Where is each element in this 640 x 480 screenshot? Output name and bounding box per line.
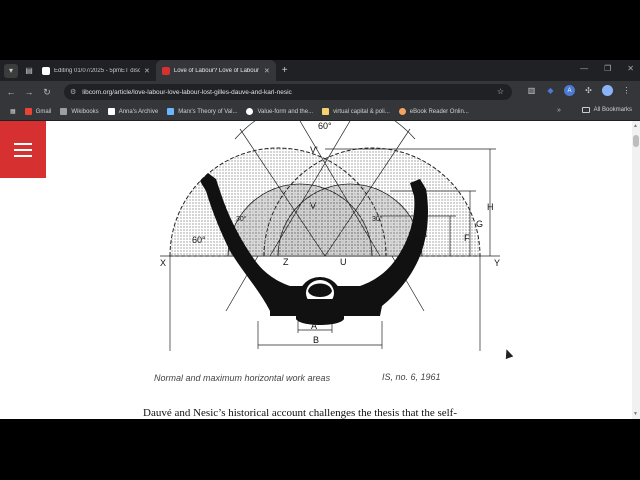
bookmark-virtual-capital[interactable]: virtual capital & poli... (322, 108, 390, 115)
page-scrollbar[interactable]: ▲ ▼ (632, 121, 640, 419)
bookmark-ebook-reader[interactable]: eBook Reader Onlin... (398, 108, 469, 115)
forward-icon[interactable]: → (22, 87, 36, 97)
tab-favicon (42, 66, 50, 75)
translate-extension-icon[interactable]: A (564, 85, 575, 96)
site-info-icon[interactable]: ⚙ (70, 88, 76, 96)
figure-caption: Normal and maximum horizontal work areas (154, 373, 331, 383)
work-area-diagram: 60° 60° 60° 30° 30° V' V X Y Z U H G F A… (160, 121, 500, 351)
bookmark-site-icon (398, 108, 406, 115)
bookmarks-overflow-icon[interactable]: » (557, 107, 561, 114)
figure-source: IS, no. 6, 1961 (382, 372, 441, 382)
gmail-icon (24, 108, 32, 115)
window-controls: — ❐ ✕ (580, 64, 634, 73)
menu-hamburger-button[interactable] (0, 121, 46, 178)
tab-search-icon[interactable]: ▾ (4, 63, 18, 78)
label-angle-top: 60° (318, 121, 332, 131)
label-angle-right: 60° (414, 233, 428, 243)
reading-mode-icon[interactable]: ▥ (526, 85, 537, 96)
label-angle-inner-left: 30° (236, 215, 247, 223)
bookmark-wikibooks[interactable]: Wikibooks (60, 108, 99, 115)
label-u: U (340, 257, 347, 267)
extension-icon[interactable]: ◆ (545, 85, 556, 96)
bookmark-label: Gmail (35, 108, 52, 115)
tab-title: Love of Labour? Love of Labour (173, 67, 259, 74)
scrollbar-thumb[interactable] (633, 135, 639, 147)
label-angle-inner-right: 30° (372, 215, 383, 223)
hamburger-line (14, 148, 32, 151)
bookmark-site-icon (167, 108, 175, 115)
bookmark-label: virtual capital & poli... (333, 108, 390, 115)
label-angle-left: 60° (192, 235, 206, 245)
bookmark-label: Value-form and the... (257, 108, 314, 115)
apps-grid-icon[interactable]: ▦ (10, 108, 16, 115)
close-icon[interactable]: ✕ (264, 67, 270, 75)
wikibooks-icon (60, 108, 68, 115)
bookmark-annas-archive[interactable]: Anna's Archive (107, 108, 159, 115)
label-b: B (313, 335, 319, 345)
tab-editing[interactable]: Editing 01/07/2025 - 5pmET disc ✕ (36, 60, 156, 81)
tab-title: Editing 01/07/2025 - 5pmET disc (54, 67, 140, 74)
profile-avatar[interactable] (602, 85, 613, 96)
label-x: X (160, 258, 166, 268)
address-bar[interactable]: ⚙ libcom.org/article/love-labour-love-la… (64, 84, 512, 100)
annas-archive-icon (107, 108, 115, 115)
bookmark-site-icon (246, 108, 254, 115)
tab-favicon (161, 66, 170, 75)
menu-kebab-icon[interactable]: ⋮ (621, 85, 632, 96)
label-y: Y (494, 258, 500, 268)
minimize-icon[interactable]: — (580, 64, 588, 73)
mouse-cursor-icon (502, 347, 514, 360)
all-bookmarks-button[interactable]: All Bookmarks (581, 107, 632, 113)
extensions-puzzle-icon[interactable]: ✣ (583, 85, 594, 96)
close-window-icon[interactable]: ✕ (627, 64, 634, 73)
close-icon[interactable]: ✕ (144, 67, 150, 75)
bookmarks-bar: ▦ Gmail Wikibooks Anna's Archive Marx's … (0, 103, 640, 121)
bookmark-gmail[interactable]: Gmail (24, 108, 52, 115)
back-icon[interactable]: ← (4, 87, 18, 97)
maximize-icon[interactable]: ❐ (604, 64, 611, 73)
hamburger-line (14, 142, 32, 145)
bookmark-site-icon (322, 108, 330, 115)
bookmark-label: eBook Reader Onlin... (409, 108, 469, 115)
browser-window: ▾ ▤ Editing 01/07/2025 - 5pmET disc ✕ Lo… (0, 60, 640, 419)
tab-love-of-labour[interactable]: Love of Labour? Love of Labour ✕ (155, 60, 276, 81)
label-z: Z (283, 257, 289, 267)
label-g: G (476, 219, 483, 229)
scroll-down-icon[interactable]: ▼ (633, 411, 638, 417)
bookmark-label: Marx's Theory of Val... (178, 108, 238, 115)
folder-icon (581, 107, 590, 113)
reload-icon[interactable]: ↻ (40, 87, 54, 98)
article-paragraph: Dauvé and Nesic’s historical account cha… (143, 407, 458, 419)
scroll-up-icon[interactable]: ▲ (633, 123, 638, 129)
tab-groups-icon[interactable]: ▤ (22, 64, 36, 78)
bookmark-star-icon[interactable]: ☆ (497, 87, 504, 96)
url-text: libcom.org/article/love-labour-love-labo… (82, 88, 292, 96)
browser-toolbar: ← → ↻ ⚙ libcom.org/article/love-labour-l… (0, 81, 640, 103)
hamburger-line (14, 154, 32, 157)
label-v-prime: V' (310, 145, 318, 155)
label-h: H (487, 202, 494, 212)
label-v: V (310, 201, 316, 211)
all-bookmarks-label: All Bookmarks (593, 107, 632, 113)
page-content: 60° 60° 60° 30° 30° V' V X Y Z U H G F A… (0, 121, 640, 419)
tab-strip: ▾ ▤ Editing 01/07/2025 - 5pmET disc ✕ Lo… (0, 60, 640, 81)
toolbar-icons: ▥ ◆ A ✣ ⋮ (526, 85, 632, 96)
bookmark-marx-theory[interactable]: Marx's Theory of Val... (167, 108, 237, 115)
bookmark-value-form[interactable]: Value-form and the... (246, 108, 313, 115)
bookmark-label: Wikibooks (71, 108, 99, 115)
label-a: A (311, 321, 317, 331)
label-f: F (464, 233, 470, 243)
new-tab-button[interactable]: + (282, 65, 288, 76)
bookmark-label: Anna's Archive (118, 108, 159, 115)
